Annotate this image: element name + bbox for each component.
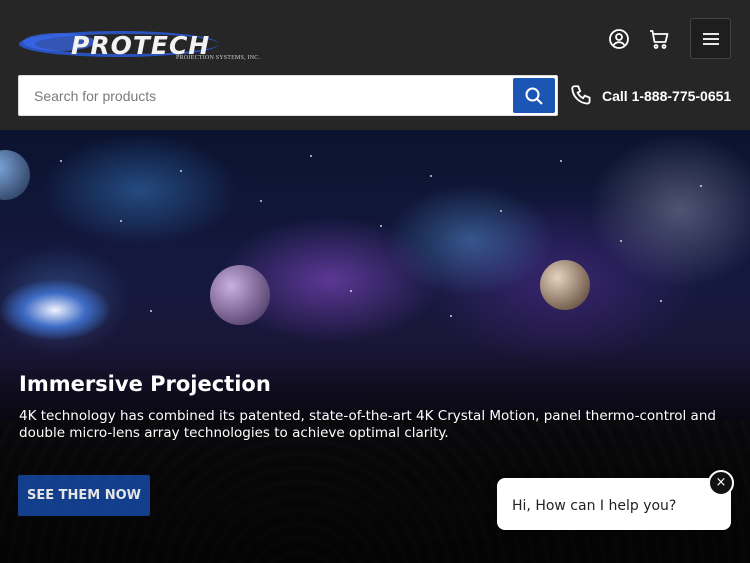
protech-logo[interactable]: PROTECH PROJECTION SYSTEMS, INC. [19,22,261,66]
phone-icon [571,85,591,105]
search-bar [18,75,558,116]
planet-right [540,260,590,310]
planet-galaxy [0,280,110,340]
menu-button[interactable] [690,18,731,59]
chat-close-button[interactable]: × [708,470,734,496]
phone-number: Call 1-888-775-0651 [602,88,732,104]
hamburger-menu-icon [703,33,719,45]
logo-subtext: PROJECTION SYSTEMS, INC. [176,55,261,61]
search-input[interactable] [19,76,513,115]
planet-left [0,150,30,200]
search-button[interactable] [513,78,555,113]
site-header: PROTECH PROJECTION SYSTEMS, INC. Search … [0,0,750,130]
hero-description: 4K technology has combined its patented,… [19,408,716,441]
chat-message: Hi, How can I help you? [512,498,677,514]
planet-mid [210,265,270,325]
see-them-now-button[interactable]: SEE THEM NOW [18,475,150,516]
search-icon [525,87,543,105]
hero-title: Immersive Projection [19,372,271,396]
cart-icon[interactable] [647,27,671,51]
account-icon[interactable] [607,27,631,51]
chat-widget[interactable]: Hi, How can I help you? [497,478,731,530]
